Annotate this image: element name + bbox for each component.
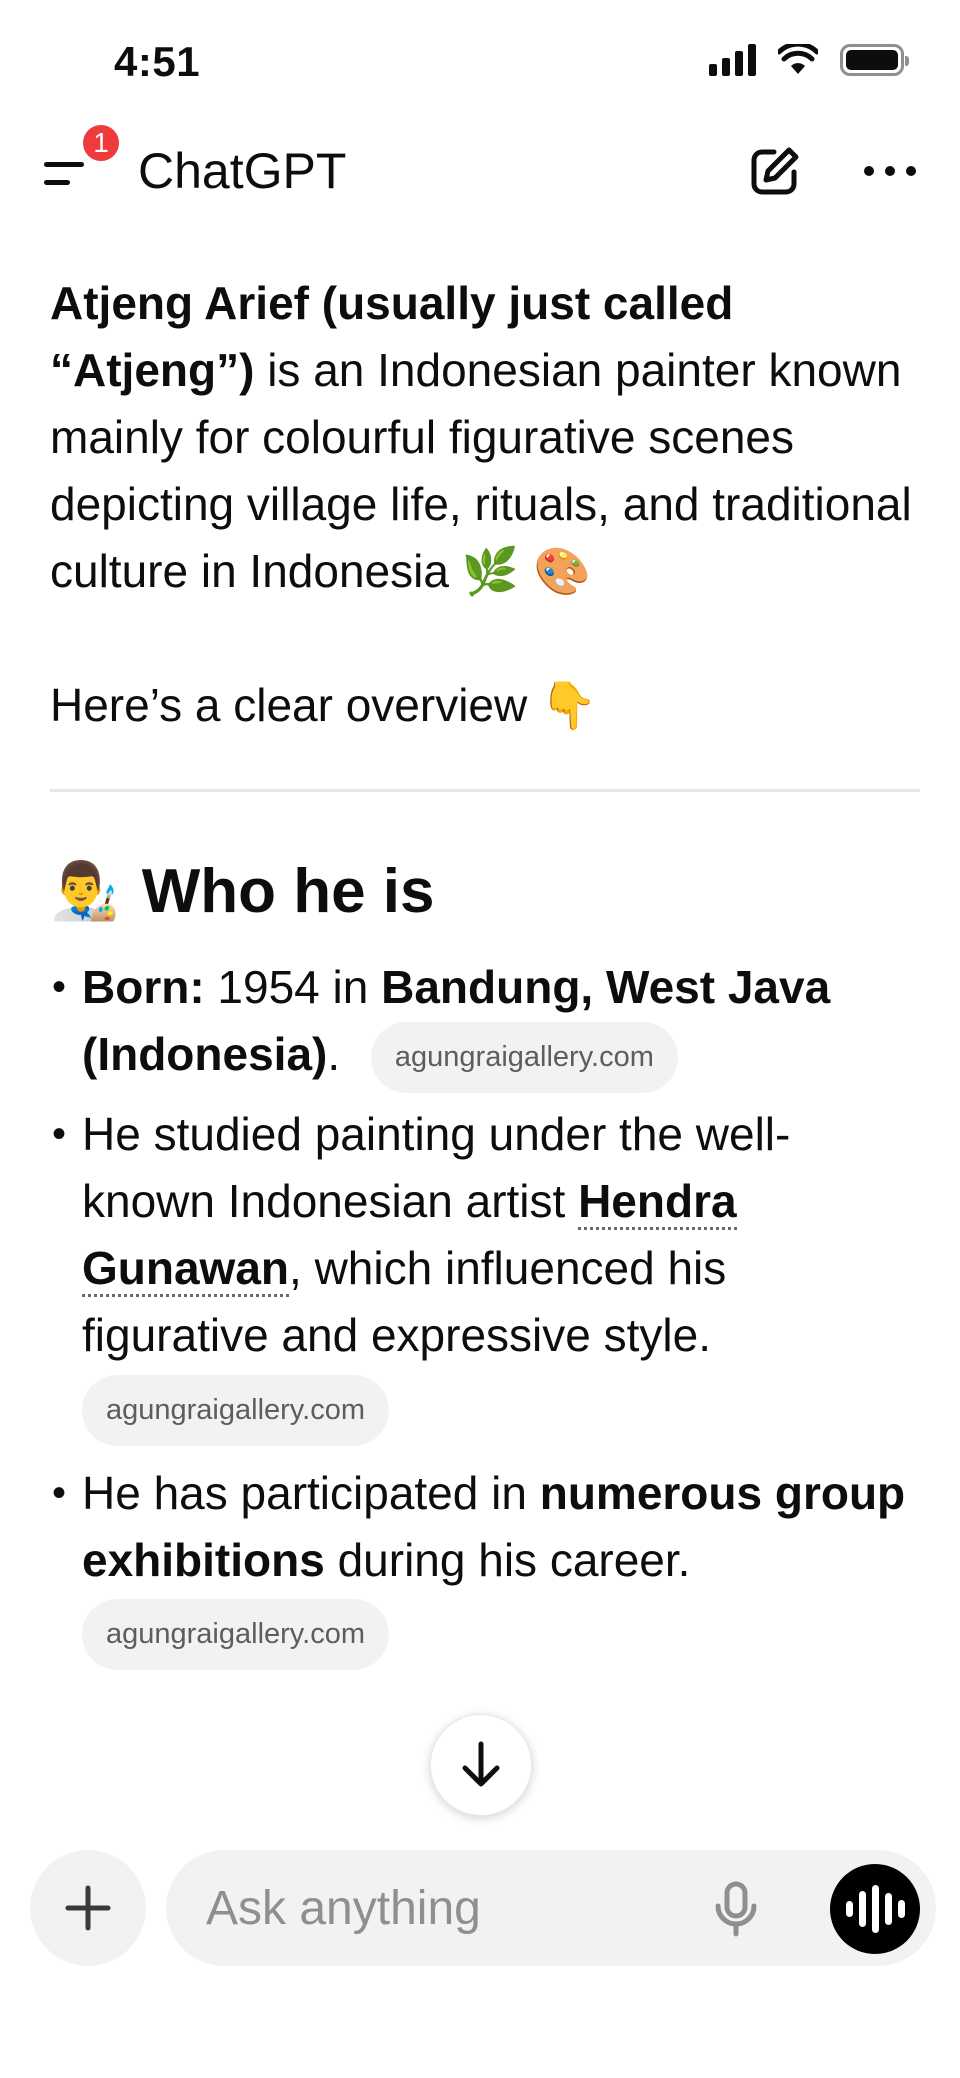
cellular-signal-icon xyxy=(709,44,756,76)
status-bar: 4:51 xyxy=(0,0,960,120)
section-title: Who he is xyxy=(141,857,435,926)
source-chip[interactable]: agungraigallery.com xyxy=(82,1374,389,1446)
overview-line: Here’s a clear overview 👇 xyxy=(50,672,920,739)
battery-icon xyxy=(840,44,909,76)
voice-wave-bar xyxy=(858,1891,866,1927)
plus-icon xyxy=(65,1885,111,1931)
status-time: 4:51 xyxy=(114,38,201,85)
more-icon-dot xyxy=(885,166,895,176)
message-input-container xyxy=(166,1850,936,1966)
attach-button[interactable] xyxy=(30,1850,146,1966)
list-item: He has participated in numerous group ex… xyxy=(50,1460,920,1671)
voice-wave-bar xyxy=(884,1893,892,1925)
more-options-button[interactable] xyxy=(860,156,920,186)
intro-paragraph: Atjeng Arief (usually just called “Atjen… xyxy=(50,270,920,605)
section-heading: 👨‍🎨 Who he is xyxy=(50,852,920,932)
born-year: 1954 in xyxy=(204,961,382,1013)
born-label: Born: xyxy=(82,961,205,1013)
status-icons xyxy=(709,44,909,76)
message-input[interactable] xyxy=(206,1880,626,1936)
voice-mode-icon xyxy=(845,1901,853,1917)
voice-wave-bar xyxy=(897,1900,905,1918)
dictation-button[interactable] xyxy=(706,1878,766,1938)
list-item: He studied painting under the well-known… xyxy=(50,1101,920,1446)
app-title: ChatGPT xyxy=(138,143,347,199)
mic-icon xyxy=(715,1881,757,1937)
divider xyxy=(50,789,920,792)
artist-emoji: 👨‍🎨 xyxy=(50,859,120,924)
source-chip[interactable]: agungraigallery.com xyxy=(82,1599,389,1671)
more-icon xyxy=(864,166,874,176)
bullet-text: He has participated in xyxy=(82,1466,540,1519)
notification-badge: 1 xyxy=(80,122,122,164)
source-chip[interactable]: agungraigallery.com xyxy=(370,1022,678,1094)
menu-icon-line xyxy=(44,180,70,185)
nav-bar: 1 ChatGPT xyxy=(0,120,960,220)
more-icon-dot xyxy=(906,166,916,176)
menu-icon xyxy=(44,162,84,167)
leaf-palette-emoji: 🌿 🎨 xyxy=(461,544,591,598)
compose-icon xyxy=(751,147,799,195)
voice-wave-bar xyxy=(871,1885,879,1933)
list-item: Born: 1954 in Bandung, West Java (Indone… xyxy=(50,954,920,1094)
bullet-list: Born: 1954 in Bandung, West Java (Indone… xyxy=(50,954,920,1671)
voice-mode-button[interactable] xyxy=(830,1864,920,1954)
pointing-down-emoji: 👇 xyxy=(540,678,598,732)
composer xyxy=(0,1850,960,2078)
bullet-text: during his career. xyxy=(324,1533,691,1586)
arrow-down-icon xyxy=(462,1741,500,1787)
overview-text: Here’s a clear overview xyxy=(50,679,541,731)
born-period: . xyxy=(327,1028,341,1080)
wifi-icon xyxy=(778,44,818,74)
new-chat-button[interactable] xyxy=(744,142,804,202)
scroll-to-bottom-button[interactable] xyxy=(430,1714,532,1816)
assistant-message: Atjeng Arief (usually just called “Atjen… xyxy=(50,270,920,1678)
